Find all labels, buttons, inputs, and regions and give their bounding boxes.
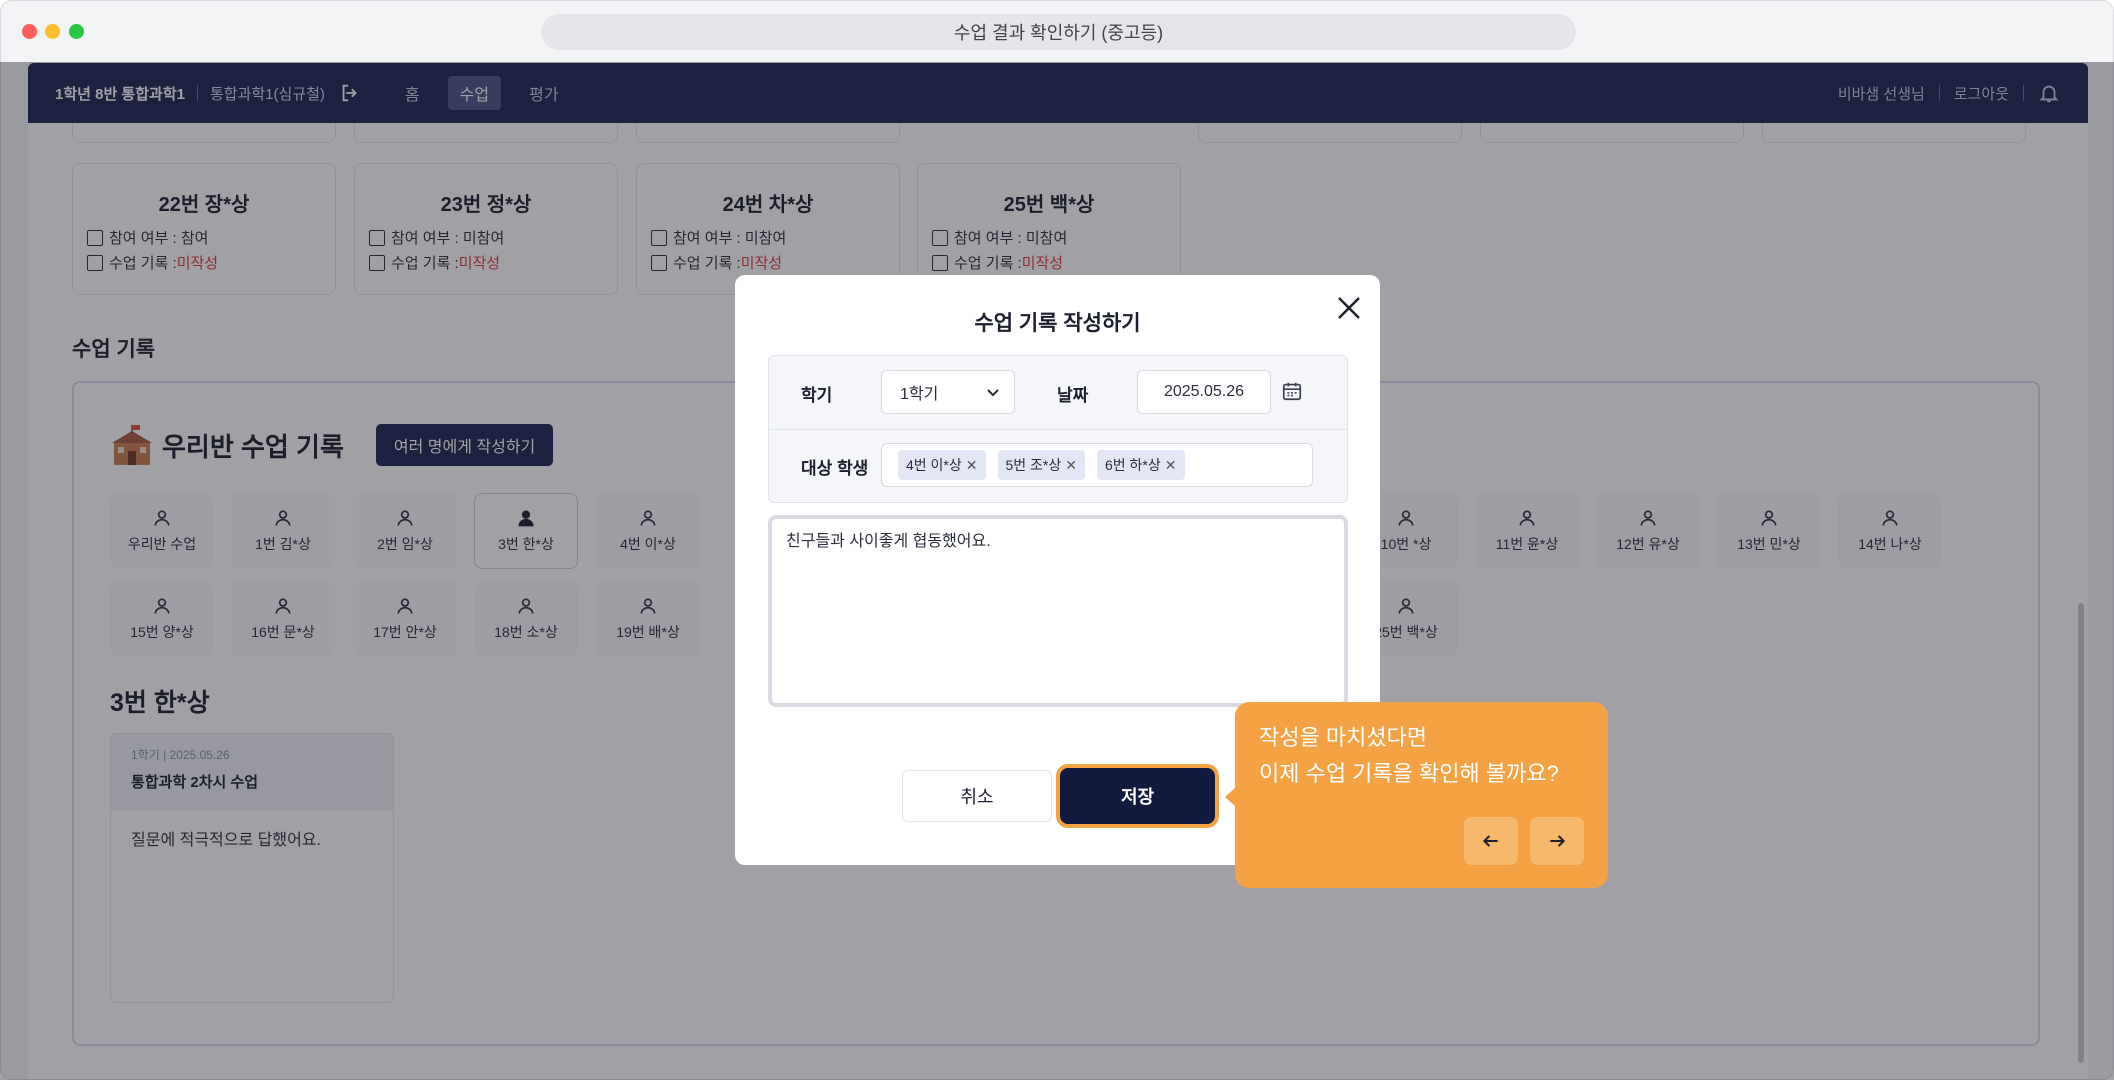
address-bar[interactable]: 수업 결과 확인하기 (중고등) — [541, 14, 1576, 50]
date-input[interactable]: 2025.05.26 — [1137, 370, 1271, 414]
record-textarea[interactable]: 친구들과 사이좋게 협동했어요. — [768, 515, 1348, 707]
student-tag[interactable]: 4번 이*상 ✕ — [898, 450, 986, 480]
guide-tooltip: 작성을 마치셨다면 이제 수업 기록을 확인해 볼까요? — [1225, 702, 1608, 888]
arrow-left-icon — [1482, 835, 1498, 847]
minimize-window-button[interactable] — [45, 24, 60, 39]
semester-select[interactable]: 1학기 — [881, 370, 1015, 414]
close-window-button[interactable] — [22, 24, 37, 39]
modal-title: 수업 기록 작성하기 — [974, 312, 1141, 335]
tooltip-nav — [1464, 817, 1584, 865]
calendar-icon[interactable] — [1281, 380, 1303, 402]
title-bar: 수업 결과 확인하기 (중고등) — [1, 1, 2113, 63]
close-icon[interactable] — [1334, 293, 1364, 323]
record-form: 학기 1학기 날짜 2025.05.26 대상 학생 4번 이*상 ✕ 5번 조*… — [768, 355, 1348, 503]
form-divider — [769, 429, 1347, 430]
target-student-label: 대상 학생 — [801, 459, 869, 478]
student-tag[interactable]: 5번 조*상 ✕ — [997, 450, 1085, 480]
date-label: 날짜 — [1057, 386, 1089, 405]
tooltip-line-2: 이제 수업 기록을 확인해 볼까요? — [1259, 761, 1559, 786]
semester-label: 학기 — [801, 386, 833, 405]
tooltip-next-button[interactable] — [1530, 817, 1584, 865]
remove-tag-icon[interactable]: ✕ — [1165, 457, 1177, 474]
tooltip-prev-button[interactable] — [1464, 817, 1518, 865]
remove-tag-icon[interactable]: ✕ — [966, 457, 978, 474]
cancel-button[interactable]: 취소 — [902, 770, 1052, 822]
maximize-window-button[interactable] — [69, 24, 84, 39]
remove-tag-icon[interactable]: ✕ — [1065, 457, 1077, 474]
save-button[interactable]: 저장 — [1060, 768, 1215, 824]
arrow-right-icon — [1550, 835, 1566, 847]
target-student-tags[interactable]: 4번 이*상 ✕ 5번 조*상 ✕ 6번 하*상 ✕ — [881, 443, 1313, 487]
student-tag[interactable]: 6번 하*상 ✕ — [1097, 450, 1185, 480]
tooltip-line-1: 작성을 마치셨다면 — [1259, 725, 1428, 750]
chevron-down-icon — [987, 389, 999, 397]
